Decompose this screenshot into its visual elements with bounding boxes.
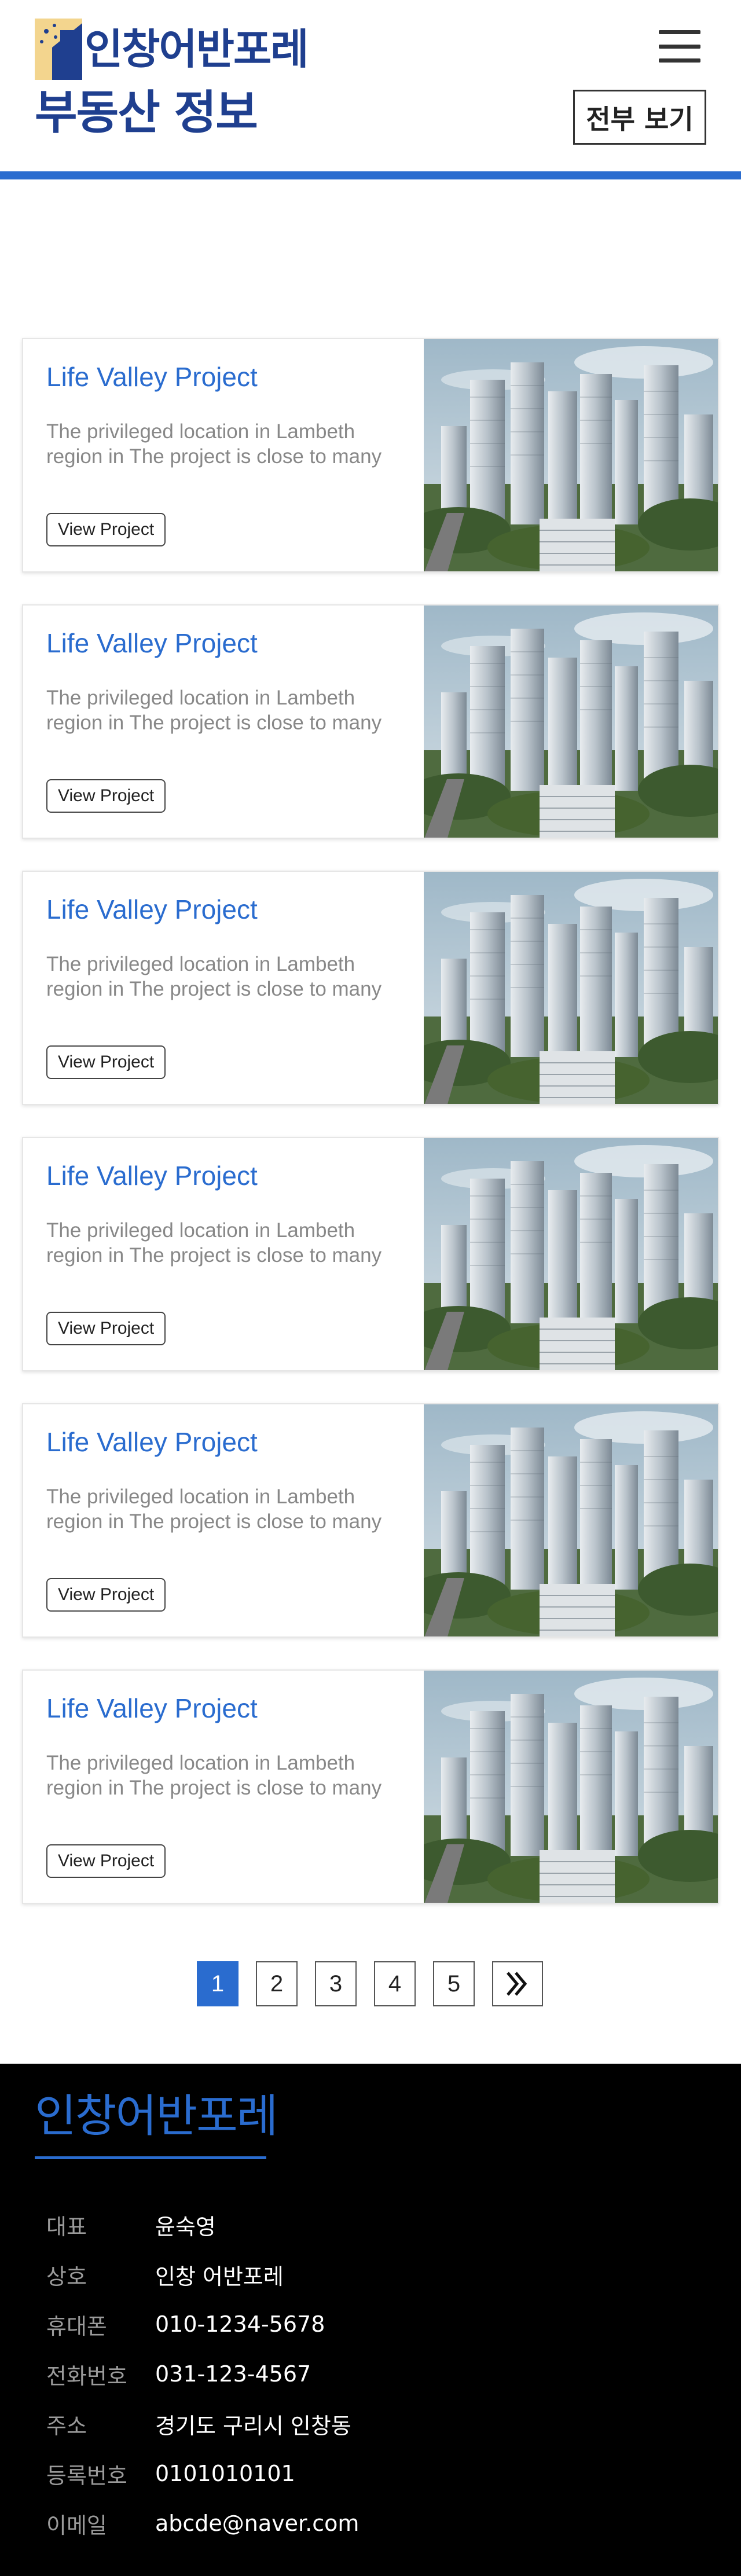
view-project-button[interactable]: View Project — [46, 513, 166, 546]
info-label: 등록번호 — [46, 2463, 127, 2489]
project-description: The privileged location in Lambeth regio… — [46, 1219, 382, 1267]
project-image — [424, 1138, 718, 1370]
project-card-body: Life Valley Project The privileged locat… — [46, 1404, 417, 1636]
project-image — [424, 606, 718, 838]
info-row-registration: 등록번호 0101010101 — [46, 2449, 683, 2498]
info-value: 031-123-4567 — [155, 2361, 311, 2387]
footer-brand: 인창어반포레 — [35, 2090, 278, 2142]
project-card: Life Valley Project The privileged locat… — [22, 1403, 719, 1638]
info-value: 인창 어반포레 — [155, 2263, 284, 2289]
view-project-button[interactable]: View Project — [46, 1045, 166, 1079]
project-card-body: Life Valley Project The privileged locat… — [46, 339, 417, 571]
company-info: 대표 윤숙영 상호 인창 어반포레 휴대폰 010-1234-5678 전화번호… — [46, 2200, 683, 2548]
view-project-button[interactable]: View Project — [46, 1844, 166, 1878]
page-button-2[interactable]: 2 — [256, 1961, 298, 2006]
page-title: 부동산 정보 — [35, 86, 258, 140]
project-card-body: Life Valley Project The privileged locat… — [46, 872, 417, 1104]
info-value: 0101010101 — [155, 2461, 295, 2486]
info-value: 윤숙영 — [155, 2214, 216, 2240]
project-list: Life Valley Project The privileged locat… — [22, 338, 719, 1936]
project-title[interactable]: Life Valley Project — [46, 894, 258, 925]
project-card: Life Valley Project The privileged locat… — [22, 1669, 719, 1904]
info-label: 이메일 — [46, 2512, 107, 2538]
next-page-button[interactable] — [492, 1961, 543, 2006]
info-row-company-name: 상호 인창 어반포레 — [46, 2250, 683, 2299]
pagination: 1 2 3 4 5 — [0, 1937, 741, 2076]
info-row-address: 주소 경기도 구리시 인창동 — [46, 2399, 683, 2449]
page-button-4[interactable]: 4 — [374, 1961, 416, 2006]
project-title[interactable]: Life Valley Project — [46, 1160, 258, 1191]
info-row-representative: 대표 윤숙영 — [46, 2200, 683, 2250]
project-image — [424, 872, 718, 1104]
info-label: 휴대폰 — [46, 2313, 107, 2339]
project-card: Life Valley Project The privileged locat… — [22, 871, 719, 1105]
info-value: abcde@naver.com — [155, 2511, 360, 2536]
info-label: 상호 — [46, 2263, 87, 2289]
project-card: Life Valley Project The privileged locat… — [22, 604, 719, 839]
project-image — [424, 1671, 718, 1903]
page-button-5[interactable]: 5 — [433, 1961, 475, 2006]
site-footer: 인창어반포레 대표 윤숙영 상호 인창 어반포레 휴대폰 010-1234-56… — [0, 2064, 741, 2576]
info-value: 010-1234-5678 — [155, 2311, 325, 2337]
project-description: The privileged location in Lambeth regio… — [46, 1485, 382, 1533]
project-title[interactable]: Life Valley Project — [46, 1693, 258, 1724]
project-card: Life Valley Project The privileged locat… — [22, 1137, 719, 1371]
project-description: The privileged location in Lambeth regio… — [46, 420, 382, 468]
project-card-body: Life Valley Project The privileged locat… — [46, 1138, 417, 1370]
project-image — [424, 339, 718, 571]
project-card-body: Life Valley Project The privileged locat… — [46, 606, 417, 838]
info-label: 주소 — [46, 2413, 87, 2439]
project-title[interactable]: Life Valley Project — [46, 628, 258, 659]
double-chevron-right-icon — [507, 1972, 527, 1996]
info-label: 전화번호 — [46, 2363, 127, 2389]
info-row-phone: 전화번호 031-123-4567 — [46, 2349, 683, 2399]
section-divider — [0, 171, 741, 179]
project-description: The privileged location in Lambeth regio… — [46, 1752, 382, 1799]
footer-divider — [35, 2156, 266, 2159]
info-label: 대표 — [46, 2214, 87, 2240]
view-project-button[interactable]: View Project — [46, 1312, 166, 1345]
view-project-button[interactable]: View Project — [46, 779, 166, 813]
project-card: Life Valley Project The privileged locat… — [22, 338, 719, 573]
project-description: The privileged location in Lambeth regio… — [46, 687, 382, 734]
page-button-1[interactable]: 1 — [197, 1961, 239, 2006]
section-header: 부동산 정보 전부 보기 — [0, 0, 741, 179]
info-row-mobile: 휴대폰 010-1234-5678 — [46, 2299, 683, 2349]
project-description: The privileged location in Lambeth regio… — [46, 953, 382, 1000]
project-title[interactable]: Life Valley Project — [46, 361, 258, 392]
view-all-button[interactable]: 전부 보기 — [573, 90, 706, 145]
project-card-body: Life Valley Project The privileged locat… — [46, 1671, 417, 1903]
info-row-email: 이메일 abcde@naver.com — [46, 2498, 683, 2548]
view-project-button[interactable]: View Project — [46, 1578, 166, 1612]
project-title[interactable]: Life Valley Project — [46, 1426, 258, 1458]
project-image — [424, 1404, 718, 1636]
info-value: 경기도 구리시 인창동 — [155, 2413, 351, 2439]
page-button-3[interactable]: 3 — [315, 1961, 357, 2006]
